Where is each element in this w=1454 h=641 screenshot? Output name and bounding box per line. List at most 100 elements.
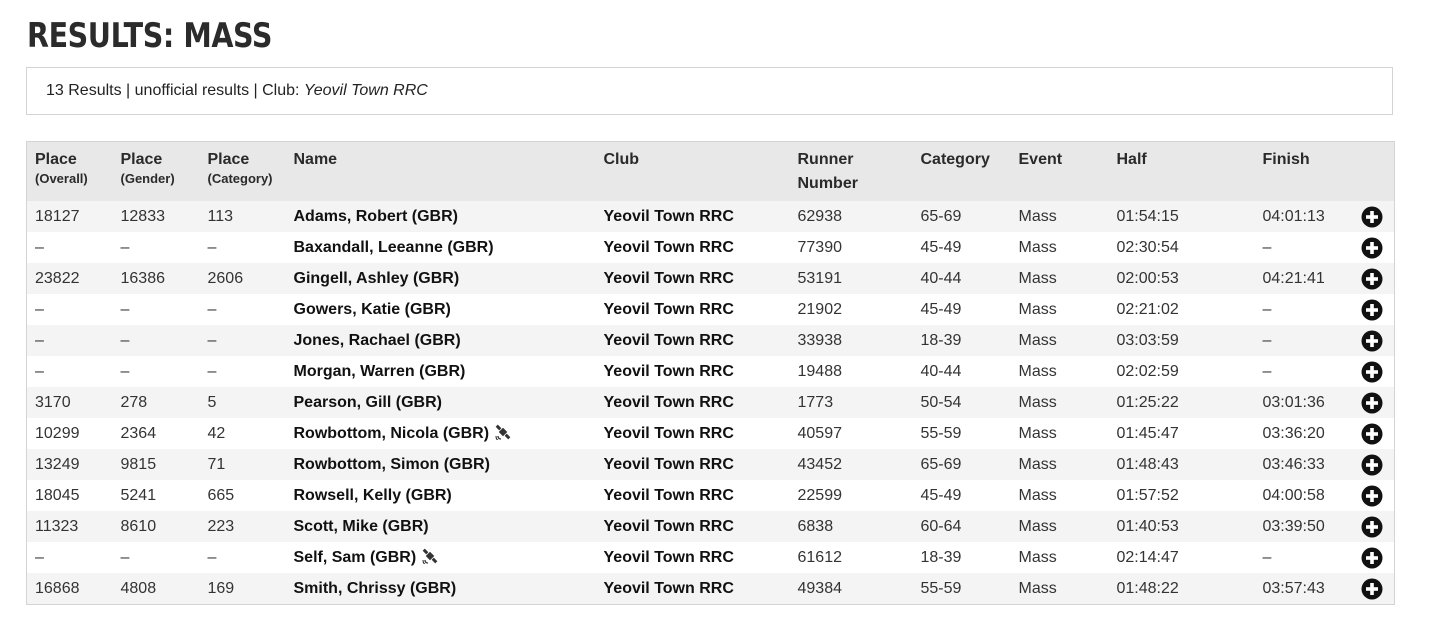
cell-place-gender: 9815 (113, 449, 200, 480)
cell-expand (1353, 511, 1395, 542)
club-value: Yeovil Town RRC (603, 300, 734, 318)
place-gender-value: 8610 (120, 517, 157, 535)
table-row: 10299 2364 42 Rowbottom, Nicola (GBR) Yeovil… (26, 418, 1395, 449)
finish-value: 03:39:50 (1262, 517, 1325, 535)
plus-circle-icon[interactable] (1361, 392, 1383, 414)
cell-category: 45-49 (913, 294, 1011, 325)
table-row: 11323 8610 223 Scott, Mike (GBR) Yeovil Town… (26, 511, 1395, 542)
cell-event: Mass (1011, 387, 1109, 418)
table-row: 13249 9815 71 Rowbottom, Simon (GBR) Yeovil … (26, 449, 1395, 480)
summary-text: 13 Results | unofficial results | Club: (46, 82, 304, 99)
cell-name: Gowers, Katie (GBR) (286, 294, 596, 325)
place-overall-value: 18127 (35, 207, 80, 225)
plus-circle-icon[interactable] (1361, 237, 1383, 259)
half-value: 01:57:52 (1116, 486, 1179, 504)
plus-circle-icon[interactable] (1361, 454, 1383, 476)
cell-category: 50-54 (913, 387, 1011, 418)
cell-runner-number: 43452 (790, 449, 913, 480)
place-gender-value: – (120, 362, 130, 380)
cell-name: Rowbottom, Simon (GBR) (286, 449, 596, 480)
cell-runner-number: 22599 (790, 480, 913, 511)
name-value: Adams, Robert (GBR) (293, 207, 458, 225)
table-row: 18045 5241 665 Rowsell, Kelly (GBR) Yeovil T… (26, 480, 1395, 511)
plus-circle-icon[interactable] (1361, 361, 1383, 383)
place-overall-value: – (35, 238, 44, 256)
cell-place-gender: 16386 (113, 263, 200, 294)
runner-number-value: 49384 (797, 579, 843, 597)
runner-number-value: 43452 (797, 455, 843, 473)
club-value: Yeovil Town RRC (603, 517, 734, 535)
cell-expand (1353, 325, 1395, 356)
plus-circle-icon[interactable] (1361, 299, 1383, 321)
plus-circle-icon[interactable] (1361, 206, 1383, 228)
cell-club: Yeovil Town RRC (596, 480, 790, 511)
column-header-place-category: Place (Category) (200, 142, 286, 202)
cell-place-overall: – (27, 294, 113, 325)
plus-circle-icon[interactable] (1361, 330, 1383, 352)
cell-place-category: 5 (200, 387, 286, 418)
finish-value: 04:00:58 (1262, 486, 1325, 504)
cell-half: 02:21:02 (1109, 294, 1255, 325)
cell-place-overall: 23822 (27, 263, 113, 294)
half-value: 01:48:43 (1116, 455, 1179, 473)
cell-runner-number: 33938 (790, 325, 913, 356)
cell-place-gender: – (113, 542, 200, 573)
cell-category: 55-59 (913, 573, 1011, 605)
cell-runner-number: 53191 (790, 263, 913, 294)
column-header-finish: Finish (1255, 142, 1353, 202)
place-category-value: 42 (207, 424, 226, 442)
plus-circle-icon[interactable] (1361, 268, 1383, 290)
place-gender-value: 2364 (120, 424, 157, 442)
plus-circle-icon[interactable] (1361, 423, 1383, 445)
event-value: Mass (1018, 207, 1057, 225)
place-overall-value: 10299 (35, 424, 80, 442)
plus-circle-icon[interactable] (1361, 485, 1383, 507)
event-value: Mass (1018, 238, 1057, 256)
cell-expand (1353, 480, 1395, 511)
half-value: 01:48:22 (1116, 579, 1179, 597)
plus-circle-icon[interactable] (1361, 547, 1383, 569)
cell-event: Mass (1011, 511, 1109, 542)
column-header-club: Club (596, 142, 790, 202)
place-category-value: 2606 (207, 269, 244, 287)
place-category-value: – (207, 300, 217, 318)
cell-place-gender: 278 (113, 387, 200, 418)
place-gender-value: – (120, 300, 130, 318)
event-value: Mass (1018, 455, 1057, 473)
cell-club: Yeovil Town RRC (596, 263, 790, 294)
cell-event: Mass (1011, 418, 1109, 449)
cell-place-category: 42 (200, 418, 286, 449)
runner-number-value: 1773 (797, 393, 834, 411)
place-category-value: – (207, 331, 217, 349)
plus-circle-icon[interactable] (1361, 516, 1383, 538)
half-value: 02:14:47 (1116, 548, 1179, 566)
cell-place-overall: – (27, 542, 113, 573)
place-category-value: – (207, 548, 217, 566)
finish-value: – (1262, 331, 1272, 349)
cell-place-category: 113 (200, 201, 286, 232)
runner-number-value: 19488 (797, 362, 843, 380)
cell-finish: – (1255, 232, 1353, 263)
summary-club-name: Yeovil Town RRC (303, 82, 428, 99)
cell-expand (1353, 573, 1395, 605)
runner-number-value: 53191 (797, 269, 843, 287)
place-overall-value: 23822 (35, 269, 80, 287)
cell-runner-number: 21902 (790, 294, 913, 325)
name-value: Rowsell, Kelly (GBR) (293, 486, 452, 504)
table-row: – – – Jones, Rachael (GBR) Yeovil Town RRC 33… (26, 325, 1395, 356)
column-header-event: Event (1011, 142, 1109, 202)
cell-club: Yeovil Town RRC (596, 542, 790, 573)
cell-place-gender: – (113, 232, 200, 263)
cell-runner-number: 40597 (790, 418, 913, 449)
event-value: Mass (1018, 424, 1057, 442)
club-value: Yeovil Town RRC (603, 393, 734, 411)
half-value: 02:02:59 (1116, 362, 1179, 380)
cell-expand (1353, 356, 1395, 387)
category-value: 45-49 (920, 238, 962, 256)
cell-name: Rowsell, Kelly (GBR) (286, 480, 596, 511)
plus-circle-icon[interactable] (1361, 578, 1383, 600)
half-value: 01:40:53 (1116, 517, 1179, 535)
cell-name: Gingell, Ashley (GBR) (286, 263, 596, 294)
column-header-label: Name (293, 151, 338, 168)
club-value: Yeovil Town RRC (603, 455, 734, 473)
